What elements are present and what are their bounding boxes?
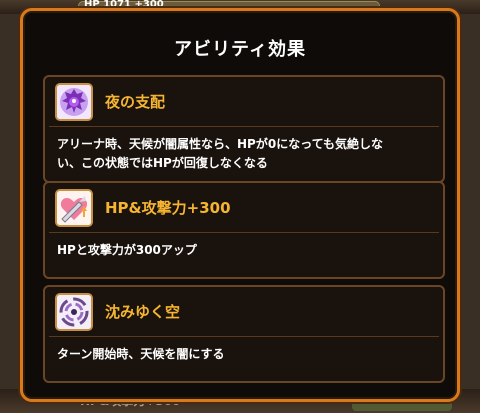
ability-card-hp-attack: HP&攻撃力+300 HPと攻撃力が300アップ bbox=[43, 181, 445, 279]
night-dominion-icon bbox=[55, 83, 93, 121]
ability-name: 夜の支配 bbox=[105, 93, 166, 111]
divider bbox=[49, 126, 439, 127]
ability-effect-dialog: アビリティ効果 夜の支配 アリーナ時、天候が闇属性なら、HPが0になっても気絶し… bbox=[20, 8, 460, 402]
ability-name: HP&攻撃力+300 bbox=[105, 199, 231, 217]
ability-card-sinking-sky: 沈みゆく空 ターン開始時、天候を闇にする bbox=[43, 285, 445, 383]
ability-name: 沈みゆく空 bbox=[105, 303, 181, 321]
ability-description: ターン開始時、天候を闇にする bbox=[57, 347, 225, 361]
ability-card-night-dominion: 夜の支配 アリーナ時、天候が闇属性なら、HPが0になっても気絶しな い、この状態… bbox=[43, 75, 445, 183]
dialog-title: アビリティ効果 bbox=[174, 39, 306, 60]
heart-sword-icon bbox=[55, 189, 93, 227]
divider bbox=[49, 232, 439, 233]
ability-description: アリーナ時、天候が闇属性なら、HPが0になっても気絶しな い、この状態ではHPが… bbox=[57, 137, 383, 170]
sinking-sky-icon bbox=[55, 293, 93, 331]
ability-description: HPと攻撃力が300アップ bbox=[57, 243, 197, 257]
divider bbox=[49, 336, 439, 337]
